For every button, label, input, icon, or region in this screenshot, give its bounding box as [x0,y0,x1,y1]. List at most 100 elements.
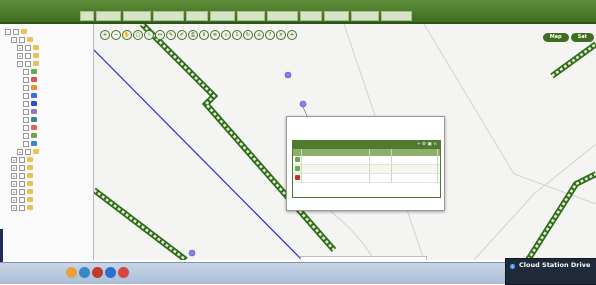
measure-icon[interactable]: ↔ [155,30,165,40]
checkbox-icon[interactable] [23,76,29,83]
checkbox-icon[interactable] [25,60,31,67]
tree-item[interactable] [23,92,39,99]
collapse-icon[interactable]: - [17,60,23,67]
refresh-icon[interactable]: ↻ [243,30,253,40]
expand-icon[interactable]: + [17,148,23,155]
checkbox-icon[interactable] [25,52,31,59]
menu-item[interactable] [351,11,379,21]
tree-item[interactable] [23,76,39,83]
menu-item[interactable] [300,11,322,21]
tree-item[interactable]: + [11,164,35,171]
tree-item[interactable] [23,132,39,139]
column-header[interactable] [392,149,438,156]
map-view-button[interactable]: Map [542,33,569,42]
table-row[interactable] [293,174,440,183]
checkbox-icon[interactable] [13,28,19,35]
tree-item[interactable] [23,108,39,115]
print-icon[interactable]: ⎙ [188,30,198,40]
menu-item[interactable] [80,11,94,21]
checkbox-icon[interactable] [23,132,29,139]
identify-icon[interactable]: i [144,30,154,40]
checkbox-icon[interactable] [23,108,29,115]
checkbox-icon[interactable] [19,196,25,203]
expand-icon[interactable]: + [11,188,17,195]
tree-item[interactable]: - [5,28,29,35]
checkbox-icon[interactable] [19,36,25,43]
table-row[interactable] [293,165,440,174]
panel-save-icon[interactable]: ▣ [428,142,432,147]
app-icon[interactable] [105,267,116,278]
tree-item[interactable] [23,124,39,131]
menu-item[interactable] [237,11,265,21]
tree-item[interactable] [23,68,39,75]
expand-icon[interactable]: + [11,172,17,179]
tree-item[interactable] [23,140,39,147]
cloud-station-notification[interactable]: i Cloud Station Drive [505,258,596,285]
checkbox-icon[interactable] [23,100,29,107]
checkbox-icon[interactable] [19,164,25,171]
menu-item[interactable] [267,11,298,21]
expand-icon[interactable]: + [11,156,17,163]
checkbox-icon[interactable] [23,68,29,75]
checkbox-icon[interactable] [25,44,31,51]
folder-icon[interactable] [66,267,77,278]
checkbox-icon[interactable] [25,148,31,155]
tree-item[interactable] [23,100,43,107]
zoom-in-icon[interactable]: + [100,30,110,40]
browser-icon[interactable] [79,267,90,278]
draw-icon[interactable]: ✎ [166,30,176,40]
tree-item[interactable]: + [17,148,41,155]
tree-item[interactable]: - [17,60,41,67]
collapse-icon[interactable]: - [5,28,11,35]
checkbox-icon[interactable] [23,84,29,91]
tree-item[interactable]: + [11,172,35,179]
panel-add-icon[interactable]: + [417,142,421,147]
panel-close-icon[interactable]: × [433,142,437,147]
select-icon[interactable]: ▢ [133,30,143,40]
tree-item[interactable] [23,116,39,123]
checkbox-icon[interactable] [23,92,29,99]
menu-item[interactable] [381,11,412,21]
expand-icon[interactable]: + [17,44,23,51]
pan-icon[interactable]: ✋ [122,30,132,40]
column-header[interactable] [293,149,302,156]
tree-item[interactable]: + [11,180,35,187]
search-icon[interactable]: ⌕ [221,30,231,40]
tree-item[interactable] [23,84,39,91]
panel-settings-icon[interactable]: ⚙ [422,142,426,147]
checkbox-icon[interactable] [19,188,25,195]
checkbox-icon[interactable] [23,140,29,147]
tree-item[interactable]: + [11,204,35,211]
satellite-view-button[interactable]: Sat [570,33,594,42]
tree-item[interactable]: + [17,44,41,51]
layers-icon[interactable]: ≡ [210,30,220,40]
menu-item[interactable] [123,11,151,21]
clear-icon[interactable]: × [276,30,286,40]
media-icon[interactable] [118,267,129,278]
column-header[interactable] [370,149,392,156]
checkbox-icon[interactable] [19,156,25,163]
help-icon[interactable]: ? [265,30,275,40]
menu-item[interactable] [186,11,208,21]
zoom-out-icon[interactable]: − [111,30,121,40]
checkbox-icon[interactable] [23,116,29,123]
table-row[interactable] [293,156,440,165]
tree-item[interactable]: + [17,52,41,59]
checkbox-icon[interactable] [23,124,29,131]
tree-item[interactable]: - [11,36,35,43]
tree-item[interactable]: + [11,196,35,203]
export-icon[interactable]: ⇩ [232,30,242,40]
expand-icon[interactable]: + [11,164,17,171]
edit-icon[interactable]: ✐ [177,30,187,40]
tree-item[interactable]: + [11,156,35,163]
info-icon[interactable]: ℹ [199,30,209,40]
tree-item[interactable]: + [11,188,35,195]
home-icon[interactable]: ⌂ [254,30,264,40]
checkbox-icon[interactable] [19,180,25,187]
menu-item[interactable] [153,11,184,21]
map-canvas[interactable]: + − ✋ ▢ i ↔ ✎ ✐ ⎙ ℹ ≡ ⌕ ⇩ ↻ ⌂? × + Map Sat + ⚙ ▣ × [94,24,596,260]
menu-item[interactable] [210,11,235,21]
expand-icon[interactable]: + [11,180,17,187]
checkbox-icon[interactable] [19,204,25,211]
checkbox-icon[interactable] [19,172,25,179]
